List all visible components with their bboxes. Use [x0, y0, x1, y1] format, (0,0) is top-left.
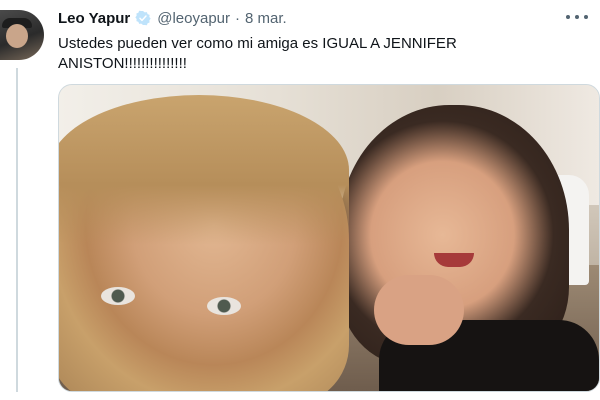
photo-person-left-eye — [207, 297, 241, 315]
tweet-text: Ustedes pueden ver como mi amiga es IGUA… — [58, 35, 457, 72]
tweet: Leo Yapur @leoyapur · 8 mar. Ustedes pue… — [0, 0, 600, 400]
tweet-photo[interactable] — [58, 84, 600, 392]
photo-person-left-eye — [101, 287, 135, 305]
photo-person-left-hair — [59, 95, 349, 245]
more-options-icon[interactable] — [566, 9, 588, 25]
display-name[interactable]: Leo Yapur — [58, 10, 130, 27]
user-handle[interactable]: @leoyapur — [157, 10, 230, 27]
avatar[interactable] — [0, 10, 44, 60]
tweet-date[interactable]: 8 mar. — [245, 10, 287, 27]
photo-person-right-hand — [374, 275, 464, 345]
header-separator: · — [235, 9, 241, 27]
verified-badge-icon — [135, 10, 151, 26]
thread-line — [16, 68, 18, 392]
tweet-header: Leo Yapur @leoyapur · 8 mar. — [58, 8, 287, 28]
avatar-face-shape — [6, 24, 28, 48]
